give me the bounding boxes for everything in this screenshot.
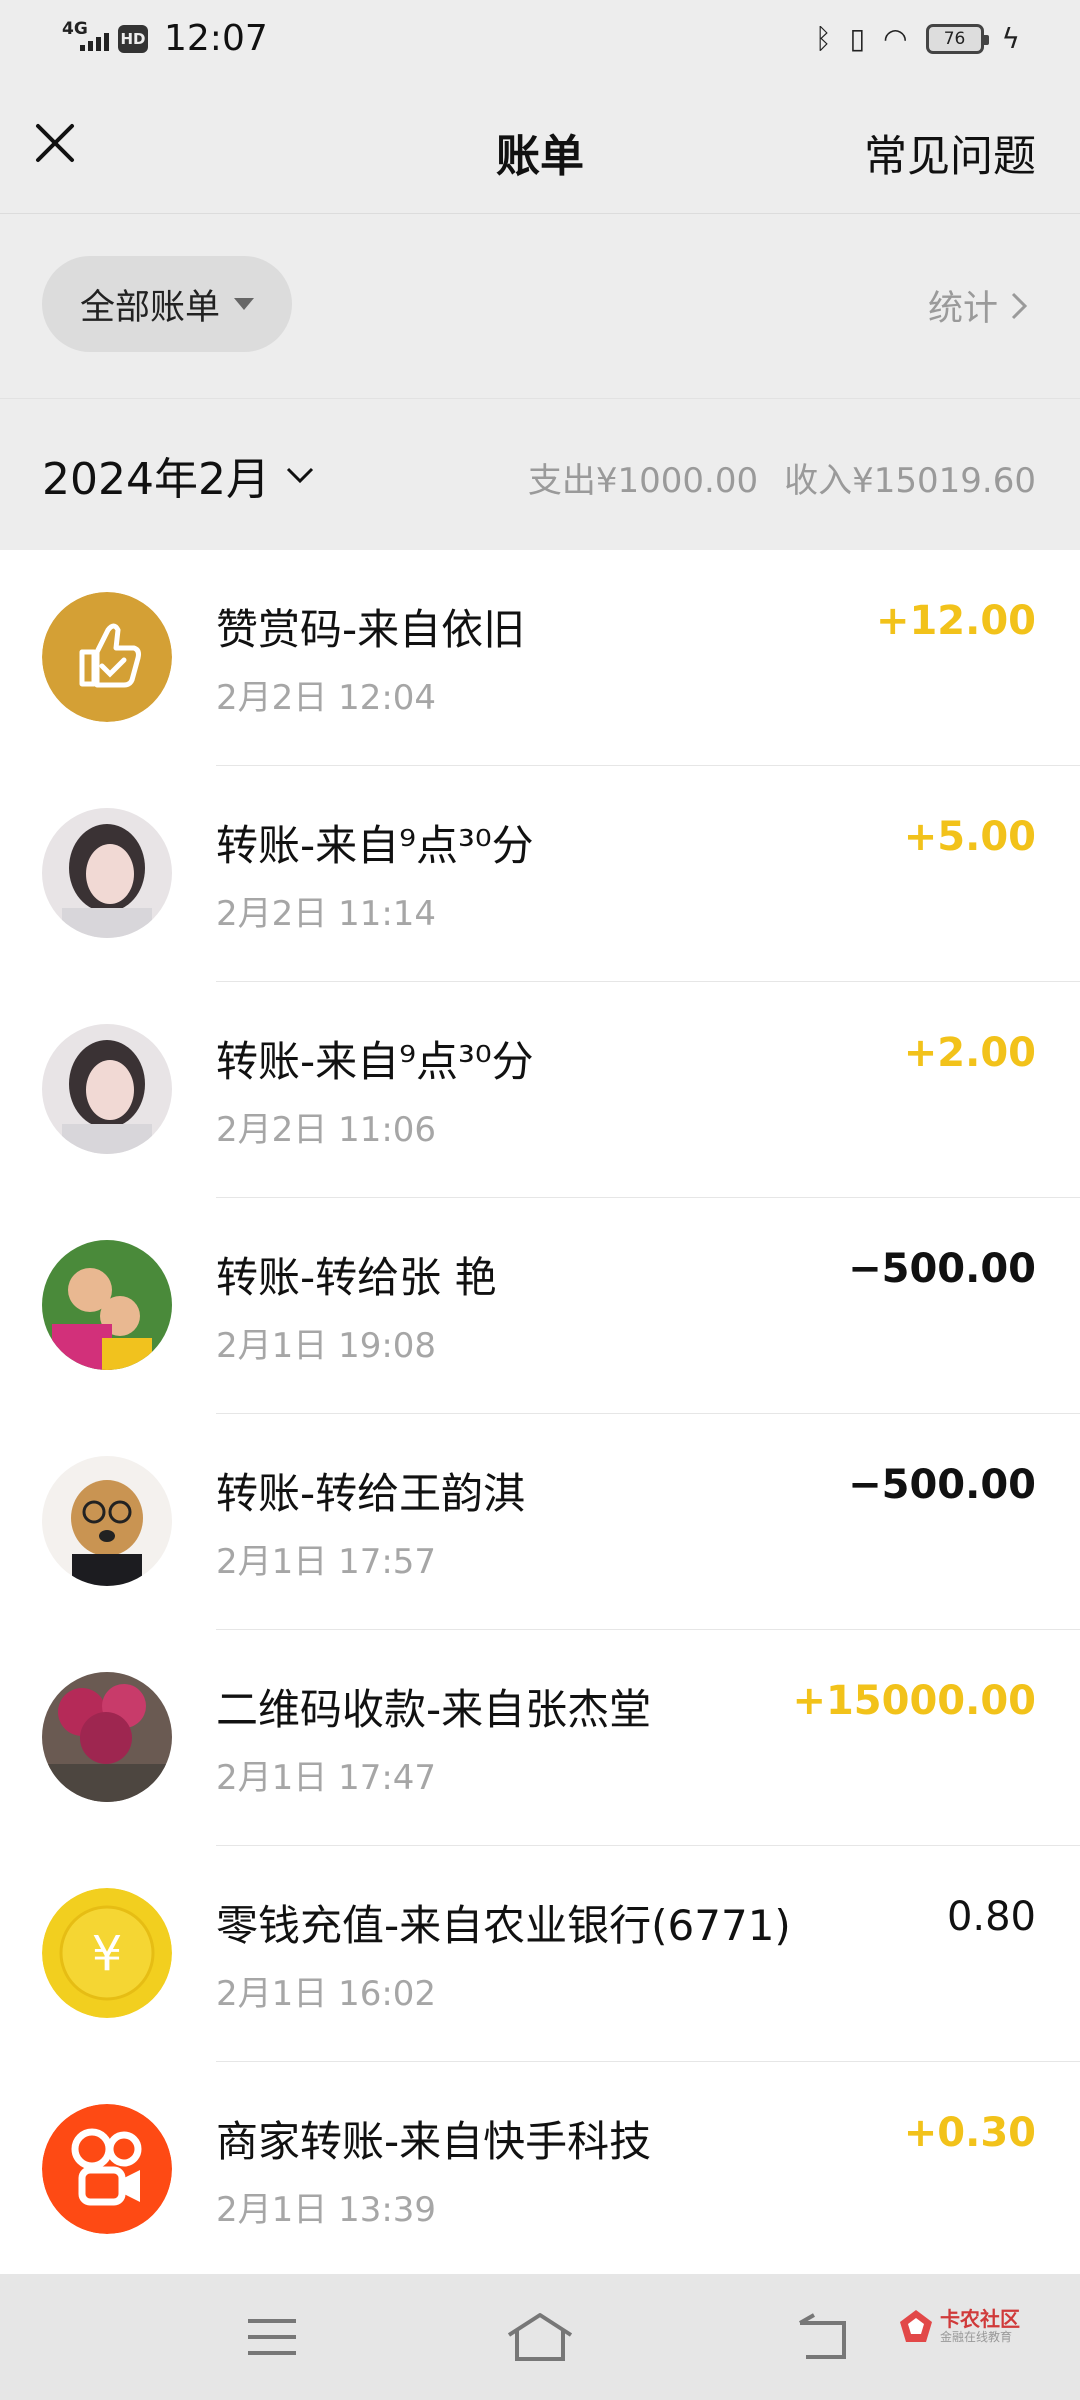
transaction-title: 转账-来自⁹点³⁰分 <box>216 1037 534 1086</box>
transaction-time: 2月2日 11:06 <box>216 1110 437 1150</box>
watermark-sub: 金融在线教育 <box>940 2330 1013 2344</box>
transaction-amount: +12.00 <box>875 598 1036 644</box>
month-summary-bar: 2024年2月 支出¥1000.00 收入¥15019.60 <box>0 398 1080 550</box>
chevron-right-icon <box>1011 292 1028 319</box>
vibrate-icon: ▯ <box>849 22 866 55</box>
chevron-down-icon <box>286 467 314 484</box>
transaction-title: 商家转账-来自快手科技 <box>216 2117 652 2166</box>
month-selector[interactable]: 2024年2月 <box>42 443 316 507</box>
transaction-title: 零钱充值-来自农业银行(6771) <box>216 1901 791 1950</box>
title-bar: 账单 常见问题 <box>0 82 1080 214</box>
transaction-amount: +15000.00 <box>792 1678 1036 1724</box>
transaction-title: 赞赏码-来自依旧 <box>216 605 526 654</box>
close-icon <box>36 124 74 162</box>
stats-link[interactable]: 统计 <box>928 280 1030 331</box>
transaction-row[interactable]: 转账-转给王韵淇 2月1日 17:57 −500.00 <box>0 1414 1080 1630</box>
back-icon <box>799 2313 846 2359</box>
user-avatar <box>42 1024 172 1154</box>
battery-icon: 76 <box>925 23 989 54</box>
faq-link[interactable]: 常见问题 <box>864 122 1036 184</box>
transaction-row[interactable]: ¥ 零钱充值-来自农业银行(6771) 2月1日 16:02 0.80 <box>0 1846 1080 2062</box>
system-nav-bar: 卡农社区 金融在线教育 <box>0 2274 1080 2400</box>
transaction-time: 2月1日 17:57 <box>216 1542 437 1582</box>
yuan-coin-icon: ¥ <box>42 1888 172 2018</box>
transaction-amount: −500.00 <box>848 1462 1036 1508</box>
expense-total: 支出¥1000.00 <box>527 461 759 501</box>
thumbs-up-icon <box>42 592 172 722</box>
transaction-row[interactable]: 转账-来自⁹点³⁰分 2月2日 11:06 +2.00 <box>0 982 1080 1198</box>
kuaishou-logo-icon <box>42 2104 172 2234</box>
transaction-time: 2月1日 13:39 <box>216 2190 437 2230</box>
transaction-time: 2月2日 12:04 <box>216 678 437 718</box>
month-totals: 支出¥1000.00 收入¥15019.60 <box>528 453 1036 502</box>
home-icon <box>507 2313 573 2361</box>
dog-avatar <box>42 1456 172 1586</box>
transaction-time: 2月1日 16:02 <box>216 1974 437 2014</box>
transaction-title: 二维码收款-来自张杰堂 <box>216 1685 652 1734</box>
transaction-time: 2月1日 19:08 <box>216 1326 437 1366</box>
transaction-title: 转账-来自⁹点³⁰分 <box>216 821 534 870</box>
transaction-row[interactable]: 赞赏码-来自依旧 2月2日 12:04 +12.00 <box>0 550 1080 766</box>
status-time: 12:07 <box>164 18 268 59</box>
battery-level: 76 <box>943 28 966 49</box>
bill-filter-label: 全部账单 <box>79 287 220 328</box>
transaction-title: 转账-转给张 艳 <box>216 1253 497 1302</box>
wifi-icon: ◠ <box>883 22 908 55</box>
transaction-amount: +2.00 <box>903 1030 1036 1076</box>
home-button[interactable] <box>500 2304 580 2370</box>
hd-icon: HD <box>118 24 148 53</box>
transaction-amount: −500.00 <box>848 1246 1036 1292</box>
bill-filter-dropdown[interactable]: 全部账单 <box>42 256 292 352</box>
income-total: 收入¥15019.60 <box>784 461 1036 501</box>
svg-text:¥: ¥ <box>92 1926 123 1982</box>
flower-avatar <box>42 1672 172 1802</box>
close-button[interactable] <box>26 114 84 172</box>
watermark: 卡农社区 金融在线教育 <box>898 2308 1020 2344</box>
transaction-row[interactable]: 转账-转给张 艳 2月1日 19:08 −500.00 <box>0 1198 1080 1414</box>
watermark-label: 卡农社区 <box>940 2307 1020 2331</box>
menu-icon <box>248 2319 296 2355</box>
transaction-row[interactable]: 转账-来自⁹点³⁰分 2月2日 11:14 +5.00 <box>0 766 1080 982</box>
stats-label: 统计 <box>927 289 998 329</box>
month-label: 2024年2月 <box>42 454 270 505</box>
status-bar: 4G HD 12:07 ᛒ ▯ ◠ 76 ϟ <box>0 0 1080 82</box>
transaction-title: 转账-转给王韵淇 <box>216 1469 526 1518</box>
signal-icon: 4G <box>60 19 109 59</box>
charging-icon: ϟ <box>1001 22 1020 55</box>
transaction-row[interactable]: 商家转账-来自快手科技 2月1日 13:39 +0.30 <box>0 2062 1080 2274</box>
transaction-row[interactable]: 二维码收款-来自张杰堂 2月1日 17:47 +15000.00 <box>0 1630 1080 1846</box>
back-button[interactable] <box>784 2304 864 2370</box>
user-avatar <box>42 1240 172 1370</box>
transaction-amount: +5.00 <box>903 814 1036 860</box>
watermark-logo-icon <box>900 2310 932 2342</box>
transaction-time: 2月1日 17:47 <box>216 1758 437 1798</box>
transaction-amount: +0.30 <box>903 2110 1036 2156</box>
filter-bar: 全部账单 统计 <box>0 214 1080 398</box>
transaction-amount: 0.80 <box>946 1894 1036 1940</box>
transaction-time: 2月2日 11:14 <box>216 894 437 934</box>
caret-down-icon <box>234 298 254 310</box>
bluetooth-icon: ᛒ <box>814 22 832 55</box>
transaction-list: 赞赏码-来自依旧 2月2日 12:04 +12.00 转账-来自⁹点³⁰分 2月… <box>0 550 1080 2274</box>
recent-apps-button[interactable] <box>232 2304 312 2370</box>
user-avatar <box>42 808 172 938</box>
